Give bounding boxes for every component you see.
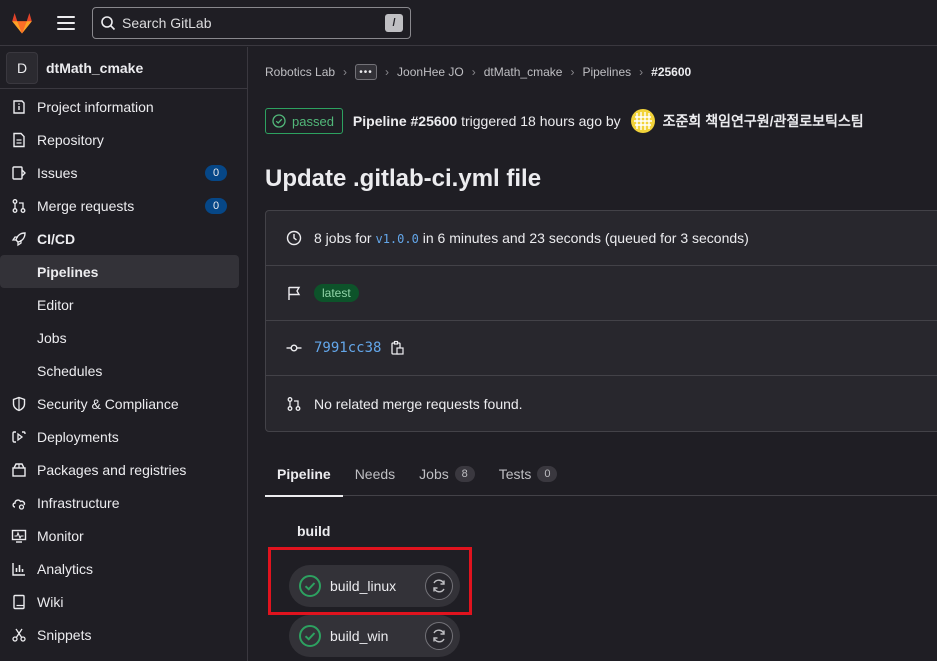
project-avatar: D [6,51,38,84]
cloud-gear-icon [11,495,27,511]
latest-badge: latest [314,284,359,302]
check-circle-icon [272,114,286,128]
merge-requests-row: No related merge requests found. [266,376,937,431]
copy-icon[interactable] [389,340,405,356]
commit-icon [286,344,302,352]
status-badge[interactable]: passed [265,108,343,134]
scissors-icon [11,627,27,643]
breadcrumb: Robotics Lab › ••• › JoonHee JO › dtMath… [265,64,691,80]
info-icon [11,99,27,115]
sidebar-item-issues[interactable]: Issues 0 [0,156,247,189]
chevron-right-icon: › [639,65,644,79]
job-build-win[interactable]: build_win [289,615,460,657]
book-icon [11,594,27,610]
success-status-icon [299,625,321,647]
rocket-icon [11,231,27,247]
search-input[interactable]: Search GitLab / [92,6,411,39]
chevron-right-icon: › [385,65,390,79]
tab-jobs[interactable]: Jobs 8 [407,452,487,496]
commit-row: 7991cc38 [266,321,937,376]
avatar[interactable] [630,109,655,133]
highlight-box [268,547,472,615]
commit-sha-link[interactable]: 7991cc38 [314,340,381,356]
flag-icon [288,286,301,300]
sidebar-item-analytics[interactable]: Analytics [0,552,247,585]
sidebar-item-deployments[interactable]: Deployments [0,420,247,453]
breadcrumb-item[interactable]: dtMath_cmake [484,65,563,79]
sidebar-item-jobs[interactable]: Jobs [0,321,247,354]
job-name: build_win [330,628,389,644]
sidebar: D dtMath_cmake Project information Repos… [0,47,248,661]
hamburger-menu-icon[interactable] [57,15,75,30]
jobs-summary-row: 8 jobs for v1.0.0 in 6 minutes and 23 se… [266,211,937,266]
sidebar-item-cicd[interactable]: CI/CD [0,222,247,255]
document-icon [11,132,27,148]
breadcrumb-item[interactable]: Robotics Lab [265,65,335,79]
trigger-text: triggered 18 hours ago by [461,113,621,129]
main-content: Robotics Lab › ••• › JoonHee JO › dtMath… [249,47,937,661]
tags-row: latest [266,266,937,321]
no-mr-text: No related merge requests found. [314,395,523,412]
search-icon [101,15,116,30]
sidebar-item-merge-requests[interactable]: Merge requests 0 [0,189,247,222]
ref-link[interactable]: v1.0.0 [375,232,418,246]
jobs-count-badge: 8 [454,466,475,482]
search-shortcut-key: / [385,13,403,32]
deployments-icon [11,429,27,445]
merge-requests-count-badge: 0 [205,198,227,214]
clock-icon [286,230,302,246]
breadcrumb-item[interactable]: JoonHee JO [397,65,464,79]
pipeline-tabs: Pipeline Needs Jobs 8 Tests 0 [265,452,937,497]
sidebar-item-repository[interactable]: Repository [0,123,247,156]
sidebar-item-project-information[interactable]: Project information [0,90,247,123]
monitor-icon [11,528,27,544]
stage-title: build [297,523,331,539]
sidebar-item-schedules[interactable]: Schedules [0,354,247,387]
page-title: Update .gitlab-ci.yml file [265,165,542,192]
search-placeholder: Search GitLab [122,14,212,31]
sidebar-item-snippets[interactable]: Snippets [0,618,247,651]
tests-count-badge: 0 [537,466,558,482]
sidebar-item-wiki[interactable]: Wiki [0,585,247,618]
tab-pipeline[interactable]: Pipeline [265,452,343,497]
sidebar-item-infrastructure[interactable]: Infrastructure [0,486,247,519]
jobs-suffix: in 6 minutes and 23 seconds (queued for … [422,230,749,246]
pipeline-header: passed Pipeline #25600 triggered 18 hour… [265,108,864,134]
sidebar-item-security-compliance[interactable]: Security & Compliance [0,387,247,420]
jobs-prefix: 8 jobs for [314,230,372,246]
merge-request-icon [287,396,301,411]
chart-icon [11,561,27,577]
project-header[interactable]: D dtMath_cmake [0,47,247,89]
issues-count-badge: 0 [205,165,227,181]
merge-request-icon [11,198,27,214]
breadcrumb-current[interactable]: #25600 [651,65,691,79]
top-bar: Search GitLab / [0,0,937,46]
project-name: dtMath_cmake [46,59,144,76]
sidebar-item-editor[interactable]: Editor [0,288,247,321]
retry-icon [433,629,445,643]
pipeline-name: Pipeline #25600 [352,113,458,129]
status-label: passed [292,113,334,129]
gitlab-logo[interactable] [9,10,35,36]
breadcrumb-item[interactable]: Pipelines [582,65,631,79]
sidebar-item-pipelines[interactable]: Pipelines [0,255,239,288]
more-breadcrumbs-button[interactable]: ••• [355,64,378,80]
retry-button[interactable] [425,622,453,650]
user-name-link[interactable]: 조준희 책임연구원/관절로보틱스팀 [663,111,864,131]
chevron-right-icon: › [471,65,476,79]
shield-icon [11,396,27,412]
tab-needs[interactable]: Needs [343,452,407,496]
package-icon [11,462,27,478]
sidebar-item-packages-registries[interactable]: Packages and registries [0,453,247,486]
issues-icon [11,165,27,181]
pipeline-info-card: 8 jobs for v1.0.0 in 6 minutes and 23 se… [265,210,937,432]
sidebar-item-monitor[interactable]: Monitor [0,519,247,552]
chevron-right-icon: › [570,65,575,79]
tab-tests[interactable]: Tests 0 [487,452,570,496]
chevron-right-icon: › [343,65,348,79]
